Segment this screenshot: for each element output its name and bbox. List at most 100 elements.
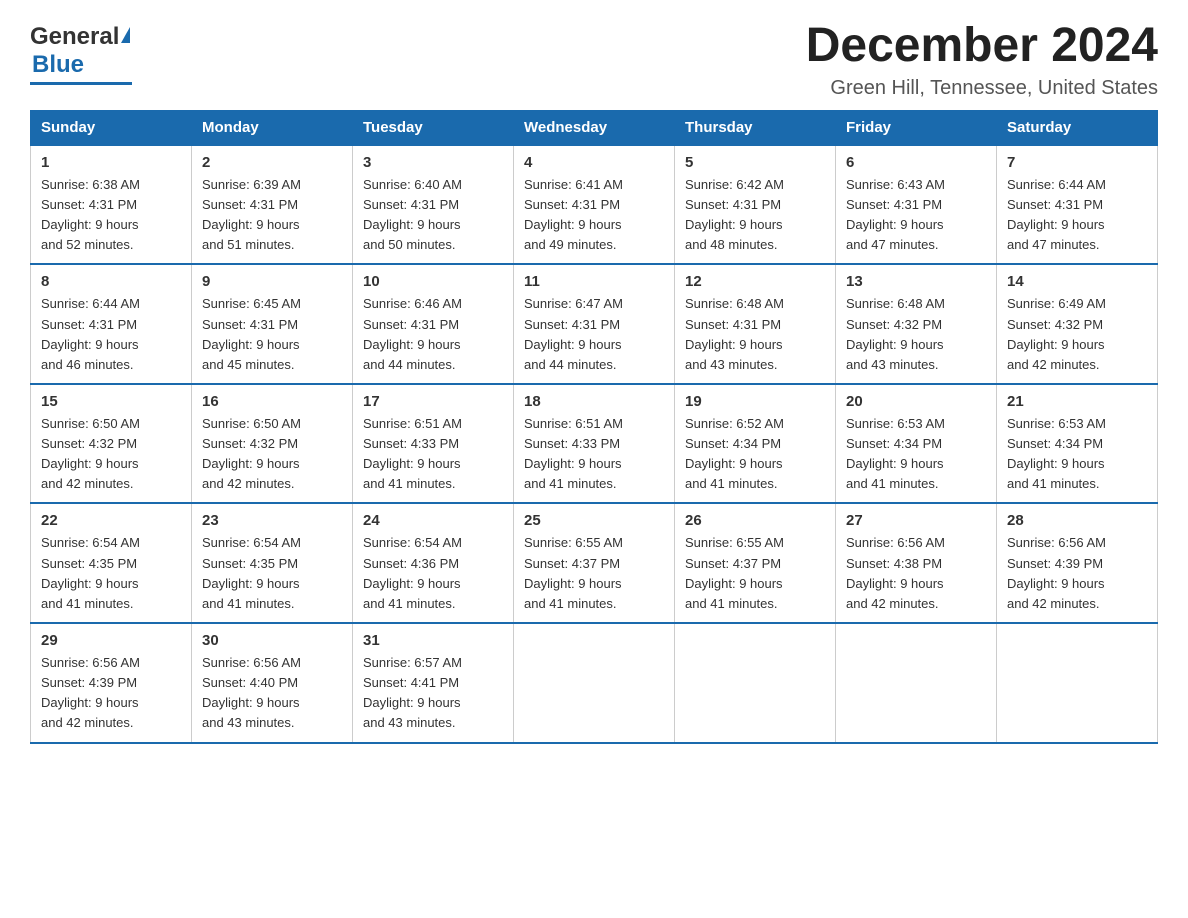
day-info: Sunrise: 6:43 AMSunset: 4:31 PMDaylight:… <box>846 177 945 252</box>
calendar-cell: 1 Sunrise: 6:38 AMSunset: 4:31 PMDayligh… <box>31 145 192 265</box>
logo-general: General <box>30 25 119 49</box>
day-number: 11 <box>524 273 664 290</box>
calendar-cell: 5 Sunrise: 6:42 AMSunset: 4:31 PMDayligh… <box>675 145 836 265</box>
day-number: 28 <box>1007 512 1147 529</box>
calendar-cell: 3 Sunrise: 6:40 AMSunset: 4:31 PMDayligh… <box>353 145 514 265</box>
calendar-cell: 19 Sunrise: 6:52 AMSunset: 4:34 PMDaylig… <box>675 384 836 504</box>
day-number: 29 <box>41 632 181 649</box>
day-number: 24 <box>363 512 503 529</box>
day-of-week-header: Monday <box>192 110 353 145</box>
day-number: 2 <box>202 154 342 171</box>
day-info: Sunrise: 6:44 AMSunset: 4:31 PMDaylight:… <box>1007 177 1106 252</box>
day-number: 4 <box>524 154 664 171</box>
day-number: 30 <box>202 632 342 649</box>
day-number: 13 <box>846 273 986 290</box>
day-info: Sunrise: 6:52 AMSunset: 4:34 PMDaylight:… <box>685 416 784 491</box>
calendar-week-row: 1 Sunrise: 6:38 AMSunset: 4:31 PMDayligh… <box>31 145 1158 265</box>
calendar-cell: 16 Sunrise: 6:50 AMSunset: 4:32 PMDaylig… <box>192 384 353 504</box>
day-number: 5 <box>685 154 825 171</box>
calendar-cell: 24 Sunrise: 6:54 AMSunset: 4:36 PMDaylig… <box>353 503 514 623</box>
day-number: 7 <box>1007 154 1147 171</box>
calendar-cell <box>836 623 997 743</box>
calendar-cell: 12 Sunrise: 6:48 AMSunset: 4:31 PMDaylig… <box>675 264 836 384</box>
day-number: 19 <box>685 393 825 410</box>
logo-blue: Blue <box>30 51 84 79</box>
day-number: 15 <box>41 393 181 410</box>
calendar-cell: 21 Sunrise: 6:53 AMSunset: 4:34 PMDaylig… <box>997 384 1158 504</box>
calendar-cell: 6 Sunrise: 6:43 AMSunset: 4:31 PMDayligh… <box>836 145 997 265</box>
day-info: Sunrise: 6:51 AMSunset: 4:33 PMDaylight:… <box>363 416 462 491</box>
day-info: Sunrise: 6:51 AMSunset: 4:33 PMDaylight:… <box>524 416 623 491</box>
day-info: Sunrise: 6:56 AMSunset: 4:39 PMDaylight:… <box>41 655 140 730</box>
day-info: Sunrise: 6:46 AMSunset: 4:31 PMDaylight:… <box>363 296 462 371</box>
day-number: 14 <box>1007 273 1147 290</box>
calendar-week-row: 15 Sunrise: 6:50 AMSunset: 4:32 PMDaylig… <box>31 384 1158 504</box>
day-number: 23 <box>202 512 342 529</box>
day-info: Sunrise: 6:55 AMSunset: 4:37 PMDaylight:… <box>524 535 623 610</box>
page-header: General Blue December 2024 Green Hill, T… <box>30 20 1158 100</box>
day-number: 22 <box>41 512 181 529</box>
day-info: Sunrise: 6:54 AMSunset: 4:35 PMDaylight:… <box>202 535 301 610</box>
calendar-cell: 29 Sunrise: 6:56 AMSunset: 4:39 PMDaylig… <box>31 623 192 743</box>
day-info: Sunrise: 6:42 AMSunset: 4:31 PMDaylight:… <box>685 177 784 252</box>
calendar-cell: 9 Sunrise: 6:45 AMSunset: 4:31 PMDayligh… <box>192 264 353 384</box>
day-info: Sunrise: 6:40 AMSunset: 4:31 PMDaylight:… <box>363 177 462 252</box>
month-title: December 2024 <box>806 20 1158 73</box>
calendar-cell <box>675 623 836 743</box>
day-number: 12 <box>685 273 825 290</box>
location-text: Green Hill, Tennessee, United States <box>806 77 1158 100</box>
calendar-week-row: 22 Sunrise: 6:54 AMSunset: 4:35 PMDaylig… <box>31 503 1158 623</box>
day-info: Sunrise: 6:48 AMSunset: 4:32 PMDaylight:… <box>846 296 945 371</box>
day-number: 18 <box>524 393 664 410</box>
calendar-cell: 27 Sunrise: 6:56 AMSunset: 4:38 PMDaylig… <box>836 503 997 623</box>
calendar-cell: 18 Sunrise: 6:51 AMSunset: 4:33 PMDaylig… <box>514 384 675 504</box>
day-info: Sunrise: 6:56 AMSunset: 4:40 PMDaylight:… <box>202 655 301 730</box>
logo-triangle-icon <box>121 27 130 43</box>
day-of-week-header: Tuesday <box>353 110 514 145</box>
day-number: 1 <box>41 154 181 171</box>
day-number: 31 <box>363 632 503 649</box>
calendar-cell: 7 Sunrise: 6:44 AMSunset: 4:31 PMDayligh… <box>997 145 1158 265</box>
day-info: Sunrise: 6:47 AMSunset: 4:31 PMDaylight:… <box>524 296 623 371</box>
calendar-cell: 11 Sunrise: 6:47 AMSunset: 4:31 PMDaylig… <box>514 264 675 384</box>
day-info: Sunrise: 6:54 AMSunset: 4:36 PMDaylight:… <box>363 535 462 610</box>
day-number: 20 <box>846 393 986 410</box>
calendar-cell: 25 Sunrise: 6:55 AMSunset: 4:37 PMDaylig… <box>514 503 675 623</box>
day-info: Sunrise: 6:55 AMSunset: 4:37 PMDaylight:… <box>685 535 784 610</box>
calendar-cell: 22 Sunrise: 6:54 AMSunset: 4:35 PMDaylig… <box>31 503 192 623</box>
day-number: 8 <box>41 273 181 290</box>
day-info: Sunrise: 6:50 AMSunset: 4:32 PMDaylight:… <box>202 416 301 491</box>
calendar-cell <box>514 623 675 743</box>
day-number: 17 <box>363 393 503 410</box>
day-info: Sunrise: 6:50 AMSunset: 4:32 PMDaylight:… <box>41 416 140 491</box>
day-info: Sunrise: 6:56 AMSunset: 4:39 PMDaylight:… <box>1007 535 1106 610</box>
day-of-week-header: Saturday <box>997 110 1158 145</box>
day-info: Sunrise: 6:56 AMSunset: 4:38 PMDaylight:… <box>846 535 945 610</box>
day-number: 27 <box>846 512 986 529</box>
day-number: 3 <box>363 154 503 171</box>
day-info: Sunrise: 6:57 AMSunset: 4:41 PMDaylight:… <box>363 655 462 730</box>
logo: General Blue <box>30 20 132 85</box>
day-info: Sunrise: 6:53 AMSunset: 4:34 PMDaylight:… <box>846 416 945 491</box>
day-info: Sunrise: 6:45 AMSunset: 4:31 PMDaylight:… <box>202 296 301 371</box>
day-number: 25 <box>524 512 664 529</box>
calendar-cell: 10 Sunrise: 6:46 AMSunset: 4:31 PMDaylig… <box>353 264 514 384</box>
day-of-week-header: Thursday <box>675 110 836 145</box>
day-of-week-header: Friday <box>836 110 997 145</box>
day-of-week-header: Wednesday <box>514 110 675 145</box>
calendar-cell: 17 Sunrise: 6:51 AMSunset: 4:33 PMDaylig… <box>353 384 514 504</box>
calendar-cell: 15 Sunrise: 6:50 AMSunset: 4:32 PMDaylig… <box>31 384 192 504</box>
logo-underline <box>30 82 132 85</box>
calendar-cell: 8 Sunrise: 6:44 AMSunset: 4:31 PMDayligh… <box>31 264 192 384</box>
calendar-cell: 23 Sunrise: 6:54 AMSunset: 4:35 PMDaylig… <box>192 503 353 623</box>
calendar-cell: 26 Sunrise: 6:55 AMSunset: 4:37 PMDaylig… <box>675 503 836 623</box>
day-info: Sunrise: 6:38 AMSunset: 4:31 PMDaylight:… <box>41 177 140 252</box>
calendar-table: SundayMondayTuesdayWednesdayThursdayFrid… <box>30 110 1158 744</box>
calendar-cell: 13 Sunrise: 6:48 AMSunset: 4:32 PMDaylig… <box>836 264 997 384</box>
day-number: 16 <box>202 393 342 410</box>
day-info: Sunrise: 6:54 AMSunset: 4:35 PMDaylight:… <box>41 535 140 610</box>
day-info: Sunrise: 6:49 AMSunset: 4:32 PMDaylight:… <box>1007 296 1106 371</box>
day-number: 9 <box>202 273 342 290</box>
day-info: Sunrise: 6:53 AMSunset: 4:34 PMDaylight:… <box>1007 416 1106 491</box>
day-number: 10 <box>363 273 503 290</box>
